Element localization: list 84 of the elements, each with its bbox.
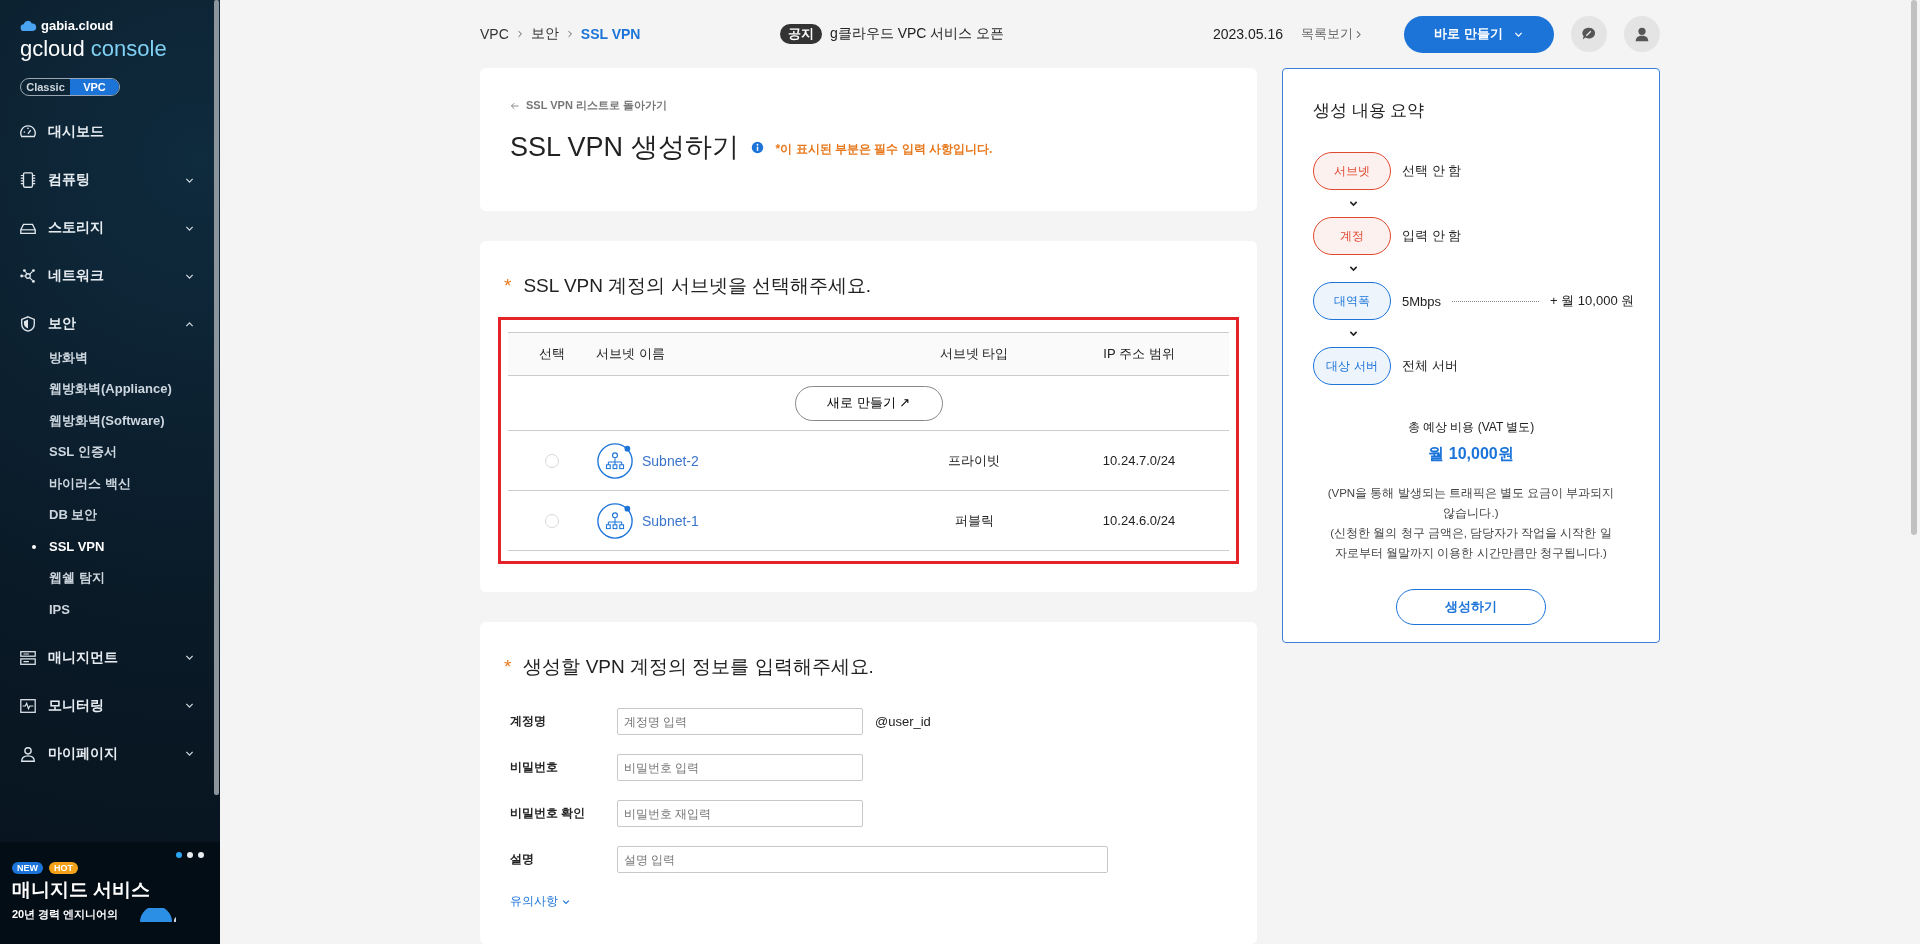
column-header: 서브넷 이름 [596,345,666,363]
page-title: SSL VPN 생성하기 [510,131,739,164]
notice-date: 2023.05.16 [1212,26,1283,42]
required-mark: * [504,656,512,678]
menu-label: 보안 [48,315,77,333]
product-name: gcloud [20,36,85,61]
step-value: 입력 안 함 [1402,227,1462,245]
note-text: (VPN을 통해 발생되는 트래픽은 별도 요금이 부과되지 않습니다.) [1326,486,1616,521]
notice-link[interactable]: g클라우드 VPC 서비스 오픈 [830,25,1005,43]
breadcrumb-link[interactable]: SSL VPN [580,26,641,42]
menu-label: 매니지먼트 [48,648,119,667]
banner-subtitle: 20년 경력 엔지니어의 [12,907,119,922]
promo-banner[interactable]: NEW HOT 매니지드 서비스 20년 경력 엔지니어의 [0,842,220,944]
input-field[interactable]: 비밀번호 재입력 [617,800,863,827]
total-price: 월 10,000원 [1428,444,1514,464]
step-tag: 대상 서버 [1313,347,1391,385]
subnet-link[interactable]: Subnet-2 [642,452,699,469]
step-value: 5Mbps [1402,293,1442,309]
notice-tag: 공지 [780,24,822,44]
submenu-item[interactable]: 웹방화벽(Appliance) [0,373,220,405]
input-field[interactable]: 계정명 입력 [617,708,863,735]
menu-label: 네트워크 [48,267,105,285]
step-price: + 월 10,000 원 [1550,292,1635,310]
create-new-button[interactable]: 새로 만들기 ↗ [794,385,943,421]
notes-link[interactable]: 유의사항 [510,893,571,910]
step-tag: 계정 [1313,217,1391,255]
field-label: 설명 [510,851,535,868]
menu-item[interactable]: 스토리지 [0,204,220,252]
submenu-item[interactable]: IPS [0,594,220,626]
menu-item[interactable]: 네트워크 [0,252,220,300]
step-value: 선택 안 함 [1402,162,1462,180]
breadcrumb-link[interactable]: 보안 [530,25,559,43]
field-suffix: @user_id [875,714,931,729]
step-tag: 대역폭 [1313,282,1391,320]
field-label: 비밀번호 확인 [510,805,587,822]
badge: HOT [49,862,78,874]
submenu-item[interactable]: DB 보안 [0,499,220,531]
field-label: 비밀번호 [510,759,559,776]
mode-toggle-option[interactable]: VPC [70,79,119,95]
section-title: SSL VPN 계정의 서브넷을 선택해주세요. [523,274,872,298]
table-cell-text: 프라이빗 [947,451,1001,470]
field-label: 계정명 [510,713,547,730]
submenu-item[interactable]: SSL VPN [0,531,220,563]
menu-item[interactable]: 컴퓨팅 [0,156,220,204]
step-value: 전체 서버 [1402,357,1458,375]
subnet-link[interactable]: Subnet-1 [642,512,699,529]
submenu-item[interactable]: 바이러스 백신 [0,468,220,500]
back-link[interactable]: SSL VPN 리스트로 돌아가기 [510,98,1227,113]
table-cell-text: 퍼블릭 [953,511,995,530]
menu-item[interactable]: 대시보드 [0,108,220,156]
total-label: 총 예상 비용 (VAT 별도) [1407,419,1535,436]
table-cell-text: 10.24.7.0/24 [1101,453,1177,468]
badge: NEW [12,862,43,874]
more-link[interactable]: 목록보기 [1301,25,1364,43]
column-header: 서브넷 타입 [938,345,1010,363]
menu-item[interactable]: 마이페이지 [0,729,220,778]
step-tag: 서브넷 [1313,152,1391,190]
table-cell-text: 10.24.6.0/24 [1101,513,1177,528]
product-suffix: console [90,36,167,61]
menu-item[interactable]: 매니지먼트 [0,633,220,682]
menu-label: 대시보드 [48,123,105,141]
menu-label: 마이페이지 [48,744,119,763]
menu-item[interactable]: 모니터링 [0,681,220,730]
submenu-item[interactable]: SSL 인증서 [0,436,220,468]
input-field[interactable]: 설명 입력 [617,846,1108,873]
mode-toggle-option[interactable]: Classic [21,79,70,95]
create-button[interactable]: 생성하기 [1396,589,1546,625]
brand-name: gabia.cloud [41,18,114,33]
submenu-item[interactable]: 웹쉘 탐지 [0,562,220,594]
note-text: (신청한 월의 청구 금액은, 담당자가 작업을 시작한 일자로부터 월말까지 이용한 시간만큼만 청구됩니다.) [1329,526,1613,561]
column-header: 선택 [538,345,566,363]
required-note: *이 표시된 부분은 필수 입력 사항입니다. [775,140,993,158]
menu-label: 스토리지 [48,219,105,237]
menu-label: 모니터링 [48,696,105,715]
input-field[interactable]: 비밀번호 입력 [617,754,863,781]
required-mark: * [504,275,512,297]
summary-title: 생성 내용 요약 [1313,100,1425,122]
create-button[interactable]: 바로 만들기 [1404,15,1554,53]
section-title: 생성할 VPN 계정의 정보를 입력해주세요. [523,655,874,679]
breadcrumb-link[interactable]: VPC [480,26,509,42]
submenu-item[interactable]: 웹방화벽(Software) [0,405,220,437]
banner-title: 매니지드 서비스 [12,878,152,902]
menu-label: 컴퓨팅 [48,171,91,189]
column-header: IP 주소 범위 [1102,345,1176,363]
